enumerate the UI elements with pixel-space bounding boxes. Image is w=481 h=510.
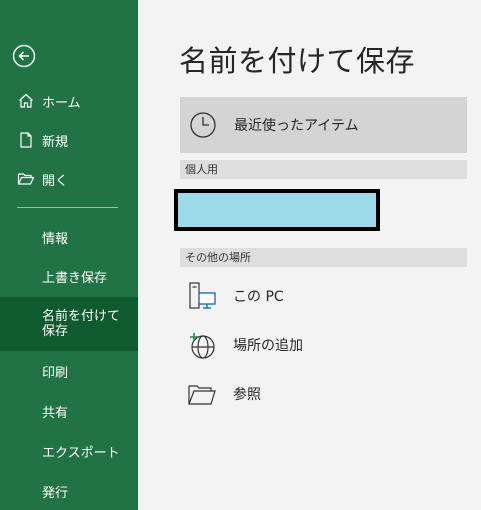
- nav-new-label: 新規: [42, 134, 69, 150]
- nav-export[interactable]: エクスポート: [0, 433, 138, 469]
- backstage-sidebar: ホーム 新規 開く 情報 上書き保存 名前を付けて保存 印刷 共有 エクスポート…: [0, 0, 138, 510]
- nav-save-as[interactable]: 名前を付けて保存: [0, 297, 138, 351]
- nav-publish-label: 発行: [42, 485, 69, 501]
- nav-new[interactable]: 新規: [0, 122, 138, 158]
- nav-save-as-label: 名前を付けて保存: [42, 309, 121, 339]
- location-browse-label: 参照: [233, 387, 261, 403]
- nav-publish[interactable]: 発行: [0, 473, 138, 509]
- save-as-panel: 名前を付けて保存 最近使ったアイテム 個人用 その他の場所 この PC 場所の追…: [138, 0, 481, 510]
- add-place-icon: [186, 329, 218, 361]
- nav-open-label: 開く: [42, 173, 69, 189]
- nav-home[interactable]: ホーム: [0, 83, 138, 119]
- back-arrow-icon[interactable]: [12, 44, 36, 68]
- nav-home-label: ホーム: [42, 95, 81, 111]
- location-add-place[interactable]: 場所の追加: [180, 325, 467, 365]
- open-folder-icon: [17, 170, 35, 188]
- location-add-place-label: 場所の追加: [233, 338, 303, 354]
- nav-open[interactable]: 開く: [0, 161, 138, 197]
- redacted-account-box[interactable]: [174, 189, 380, 231]
- nav-info[interactable]: 情報: [0, 219, 138, 255]
- location-this-pc-label: この PC: [233, 289, 284, 305]
- nav-share-label: 共有: [42, 405, 69, 421]
- nav-export-label: エクスポート: [42, 445, 120, 461]
- recent-items-label: 最近使ったアイテム: [234, 118, 359, 134]
- location-browse[interactable]: 参照: [180, 374, 467, 414]
- section-personal: 個人用: [180, 160, 467, 179]
- section-other-locations: その他の場所: [180, 248, 467, 267]
- nav-save[interactable]: 上書き保存: [0, 258, 138, 294]
- page-title: 名前を付けて保存: [179, 44, 416, 78]
- clock-icon: [188, 110, 218, 140]
- nav-save-label: 上書き保存: [42, 270, 108, 286]
- browse-folder-icon: [186, 378, 218, 410]
- recent-items-button[interactable]: 最近使ったアイテム: [180, 97, 467, 153]
- nav-print[interactable]: 印刷: [0, 353, 138, 389]
- location-this-pc[interactable]: この PC: [180, 276, 467, 316]
- this-pc-icon: [186, 280, 218, 312]
- home-icon: [17, 92, 35, 110]
- nav-print-label: 印刷: [42, 365, 69, 381]
- nav-share[interactable]: 共有: [0, 393, 138, 429]
- sidebar-divider: [17, 207, 118, 208]
- new-document-icon: [17, 131, 35, 149]
- nav-info-label: 情報: [42, 231, 69, 247]
